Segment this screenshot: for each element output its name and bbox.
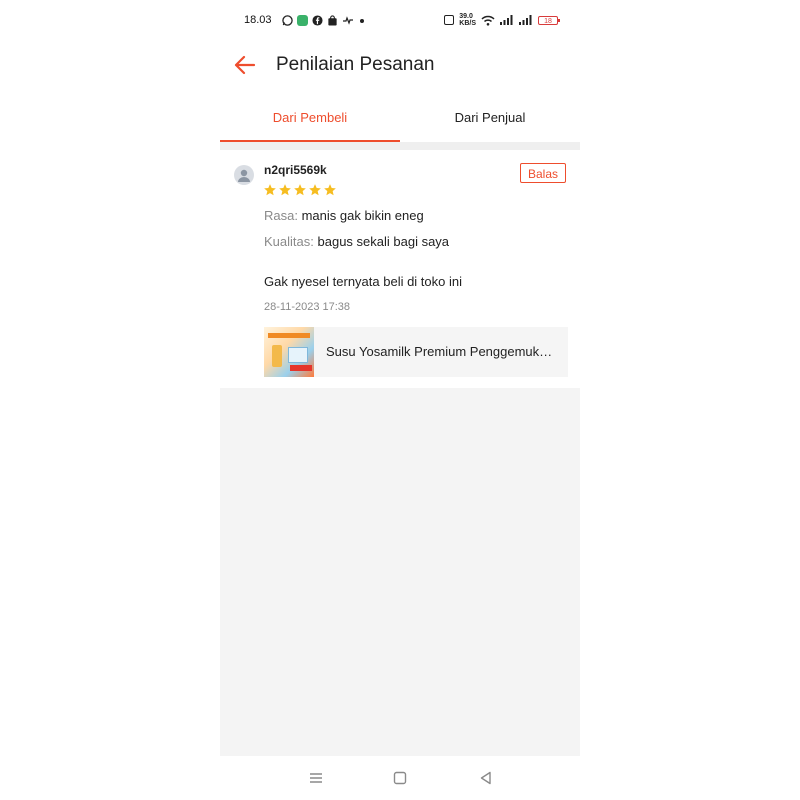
star-rating (263, 183, 337, 197)
divider (220, 142, 580, 150)
arrow-left-icon[interactable] (232, 52, 258, 78)
empty-area (220, 388, 580, 756)
reviewer-username: n2qri5569k (264, 163, 327, 177)
shopping-bag-icon (328, 15, 337, 26)
status-bar: 18.03 39.0 KB/S 18 (220, 8, 580, 32)
review-card: n2qri5569k Balas Rasa: manis gak bikin e… (220, 150, 580, 388)
star-icon (324, 184, 336, 196)
product-name: Susu Yosamilk Premium Penggemuk Badan (326, 344, 554, 359)
app-header: Penilaian Pesanan (220, 42, 580, 88)
review-comment: Gak nyesel ternyata beli di toko ini (264, 274, 462, 289)
home-square-icon[interactable] (390, 768, 410, 788)
tab-dari-pembeli[interactable]: Dari Pembeli (220, 100, 400, 142)
mail-icon (343, 16, 353, 25)
tab-bar: Dari Pembeli Dari Penjual (220, 100, 580, 142)
nfc-icon (444, 15, 455, 25)
attribute-rasa: Rasa: manis gak bikin eneg (264, 208, 424, 223)
network-speed: 39.0 KB/S (459, 13, 476, 27)
signal-icon (500, 15, 514, 25)
phone-screen: 18.03 39.0 KB/S 18 Penilaian Pesanan Dar… (220, 0, 580, 800)
attribute-key: Kualitas: (264, 234, 314, 249)
attribute-value: manis gak bikin eneg (301, 208, 424, 223)
avatar (234, 165, 254, 185)
network-speed-value: 39.0 (459, 13, 473, 20)
tab-dari-penjual[interactable]: Dari Penjual (400, 100, 580, 142)
review-date: 28-11-2023 17:38 (264, 301, 351, 313)
system-nav-bar (220, 756, 580, 800)
page-title: Penilaian Pesanan (276, 54, 435, 75)
signal-icon-2 (519, 15, 533, 25)
app-icon (297, 15, 308, 26)
menu-icon[interactable] (306, 768, 326, 788)
back-triangle-icon[interactable] (476, 768, 496, 788)
attribute-kualitas: Kualitas: bagus sekali bagi saya (264, 234, 449, 249)
dot-icon (360, 18, 364, 23)
facebook-icon (312, 15, 323, 26)
notification-icons (282, 14, 364, 27)
wifi-icon (481, 15, 495, 26)
attribute-key: Rasa: (264, 208, 298, 223)
product-thumbnail (264, 327, 314, 377)
star-icon (294, 184, 306, 196)
star-icon (264, 184, 276, 196)
product-link[interactable]: Susu Yosamilk Premium Penggemuk Badan (264, 327, 568, 377)
status-time: 18.03 (244, 14, 272, 26)
attribute-value: bagus sekali bagi saya (317, 234, 450, 249)
system-icons: 39.0 KB/S 18 (444, 13, 560, 27)
reply-button[interactable]: Balas (520, 163, 566, 183)
star-icon (309, 184, 321, 196)
user-icon (238, 169, 250, 182)
whatsapp-icon (282, 15, 293, 26)
network-speed-unit: KB/S (459, 20, 476, 27)
battery-icon: 18 (538, 15, 560, 25)
star-icon (279, 184, 291, 196)
